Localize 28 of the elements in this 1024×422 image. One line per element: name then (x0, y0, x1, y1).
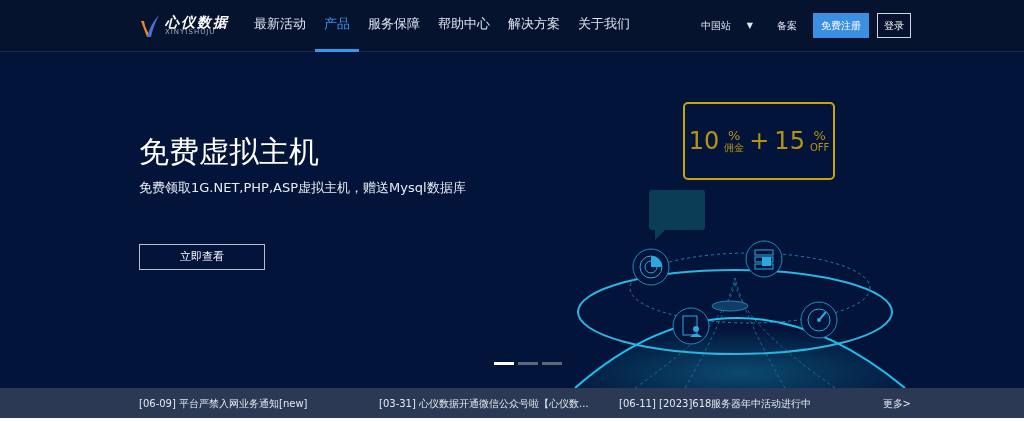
nav-tab[interactable]: 服务保障 (359, 0, 429, 52)
chat-bubble-icon (649, 190, 705, 240)
promo-note: OFF (809, 142, 830, 153)
promo-note: 佣金 (724, 142, 745, 153)
login-button[interactable]: 登录 (877, 13, 911, 38)
news-link[interactable]: [06-11] [2023]618服务器年中活动进行中 (619, 397, 812, 409)
slide-indicator[interactable] (542, 362, 562, 365)
record-link[interactable]: 备案 (777, 18, 797, 33)
slide-indicator[interactable] (518, 362, 538, 365)
region-selector[interactable]: 中国站 (700, 18, 731, 33)
hero-title: 免费虚拟主机 (139, 134, 319, 170)
nav-tab[interactable]: 解决方案 (499, 0, 569, 52)
slide-indicator[interactable] (494, 362, 514, 365)
more-link[interactable]: 更多> (882, 395, 911, 411)
hero-subtitle: 免费领取1G.NET,PHP,ASP虚拟主机，赠送Mysql数据库 (139, 179, 466, 197)
logo-text: 心仪数据 (165, 15, 229, 29)
nav-tab[interactable]: 关于我们 (569, 0, 639, 52)
promo-number: 10 (688, 129, 720, 153)
promo-unit: % (728, 129, 741, 142)
nav-tab[interactable]: 最新活动 (245, 0, 315, 52)
promo-unit: % (813, 129, 826, 142)
view-button[interactable]: 立即查看 (139, 243, 265, 270)
news-link[interactable]: [03-31] 心仪数据开通微信公众号啦【心仪数... (379, 397, 589, 409)
caret-icon: ▼ (746, 19, 753, 32)
nav-tab[interactable]: 帮助中心 (429, 0, 499, 52)
promo-number: 15 (774, 129, 805, 153)
promo-plus: + (749, 129, 770, 153)
news-link[interactable]: [06-09] 平台严禁入网业务通知[new] (139, 397, 308, 409)
